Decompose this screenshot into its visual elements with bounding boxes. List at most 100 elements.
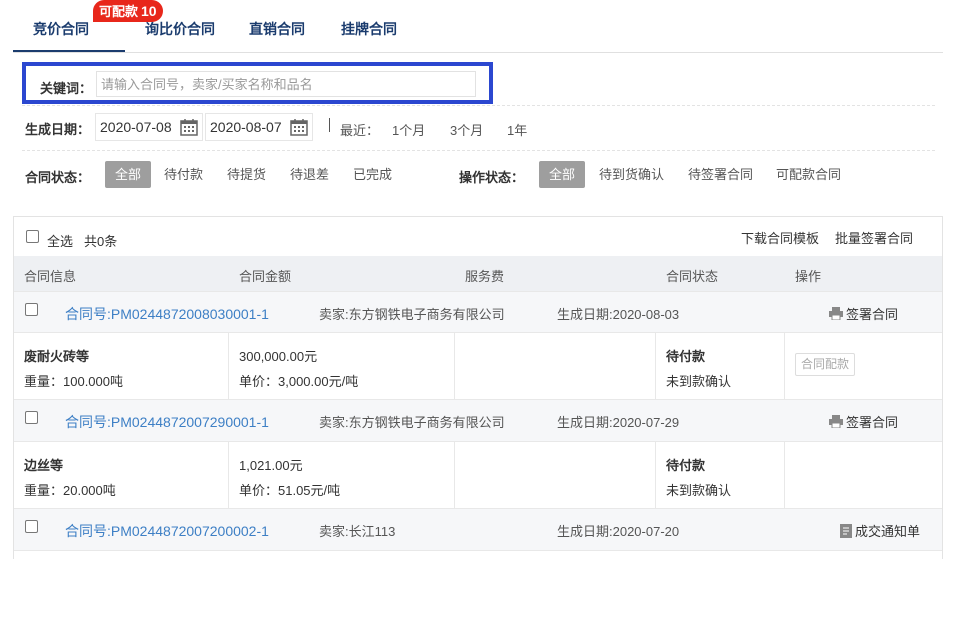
sign-contract-button[interactable]: 签署合同 — [829, 412, 898, 431]
keyword-label: 关键词： — [40, 81, 93, 96]
seller-name: 卖家:东方钢铁电子商务有限公司 — [319, 307, 505, 322]
product-name: 边丝等 — [24, 458, 64, 473]
product-weight: 重量：100.000吨 — [24, 374, 123, 389]
contract-status-pending-payment[interactable]: 待付款 — [154, 161, 213, 188]
sign-contract-label: 签署合同 — [846, 307, 899, 322]
col-contract-info: 合同信息 — [24, 269, 77, 284]
generated-date: 生成日期:2020-08-03 — [557, 307, 680, 322]
product-name: 废耐火砖等 — [24, 349, 90, 364]
list-toolbar: 全选 共0条 下载合同模板 批量签署合同 — [14, 217, 942, 256]
allocate-payment-button[interactable]: 合同配款 — [795, 353, 856, 376]
date-filter: 生成日期： 2020-07-08 2020-08-07 最近： 1个月 3个月 … — [25, 113, 925, 141]
contract-number-link[interactable]: 合同号:PM0244872007200002-1 — [65, 521, 269, 541]
col-contract-amount: 合同金额 — [239, 269, 292, 284]
contract-number-link[interactable]: 合同号:PM0244872007290001-1 — [65, 412, 269, 432]
tab-auction-contract[interactable]: 竞价合同 — [33, 19, 89, 39]
printer-icon — [829, 415, 843, 428]
cell-service-fee — [455, 442, 656, 508]
recent-option-1-month[interactable]: 1个月 — [392, 120, 425, 139]
active-tab-indicator — [13, 50, 125, 52]
operation-status-allocatable[interactable]: 可配款合同 — [766, 161, 851, 188]
download-template-link[interactable]: 下载合同模板 — [741, 228, 819, 247]
recent-label: 最近： — [340, 123, 380, 138]
contract-list-panel: 全选 共0条 下载合同模板 批量签署合同 合同信息 合同金额 服务费 合同状态 … — [13, 216, 943, 559]
seller-name: 卖家:东方钢铁电子商务有限公司 — [319, 415, 505, 430]
product-weight: 重量：20.000吨 — [24, 483, 116, 498]
batch-sign-link[interactable]: 批量签署合同 — [835, 228, 913, 247]
contract-amount: 1,021.00元 — [239, 458, 303, 473]
cell-operation: 合同配款 — [785, 333, 943, 399]
contract-number-link[interactable]: 合同号:PM0244872008030001-1 — [65, 304, 269, 324]
col-contract-status: 合同状态 — [666, 269, 719, 284]
end-date-value: 2020-08-07 — [210, 119, 282, 135]
badge-count: 10 — [141, 3, 157, 19]
contract-type-tabs: 竞价合同 询比价合同 直销合同 挂牌合同 可配款 10 — [13, 0, 943, 53]
divider — [22, 105, 935, 106]
tab-listing-contract[interactable]: 挂牌合同 — [341, 19, 397, 39]
contract-status: 待付款 — [666, 458, 706, 473]
table-row: 合同号:PM0244872007200002-1 卖家:长江113 生成日期:2… — [14, 508, 942, 550]
operation-status-label: 操作状态： — [459, 170, 525, 185]
generated-date: 生成日期:2020-07-20 — [557, 524, 680, 539]
sign-contract-label: 签署合同 — [846, 415, 899, 430]
unit-price: 单价：3,000.00元/吨 — [239, 374, 359, 389]
total-count: 共0条 — [84, 234, 118, 249]
tab-direct-sale-contract[interactable]: 直销合同 — [249, 19, 305, 39]
table-row: 合同号:PM0244872008030001-1 卖家:东方钢铁电子商务有限公司… — [14, 291, 942, 333]
operation-status-pending-arrival[interactable]: 待到货确认 — [589, 161, 674, 188]
row-checkbox[interactable] — [25, 520, 38, 533]
contract-status-label: 合同状态： — [25, 170, 91, 185]
operation-status-all[interactable]: 全部 — [539, 161, 586, 188]
unit-price: 单价：51.05元/吨 — [239, 483, 341, 498]
tab-inquiry-contract[interactable]: 询比价合同 — [145, 19, 215, 39]
cell-operation — [785, 442, 943, 508]
recent-option-1-year[interactable]: 1年 — [507, 120, 527, 139]
select-all-checkbox[interactable] — [26, 230, 39, 243]
row-checkbox[interactable] — [25, 411, 38, 424]
cell-product: 废耐火砖等 重量：100.000吨 — [14, 333, 229, 399]
cell-product: 边丝等 重量：20.000吨 — [14, 442, 229, 508]
calendar-icon[interactable] — [179, 117, 199, 137]
select-all-label: 全选 — [47, 234, 74, 249]
contract-status-all[interactable]: 全部 — [105, 161, 152, 188]
cell-service-fee — [455, 333, 656, 399]
start-date-field[interactable]: 2020-07-08 — [95, 113, 203, 141]
contract-status-completed[interactable]: 已完成 — [343, 161, 402, 188]
row-checkbox[interactable] — [25, 303, 38, 316]
contract-status: 待付款 — [666, 349, 706, 364]
sign-contract-button[interactable]: 签署合同 — [829, 304, 898, 323]
printer-icon — [829, 307, 843, 320]
calendar-icon[interactable] — [289, 117, 309, 137]
col-service-fee: 服务费 — [465, 269, 505, 284]
start-date-value: 2020-07-08 — [100, 119, 172, 135]
separator — [329, 118, 330, 132]
badge-label: 可配款 — [99, 4, 139, 19]
operation-status-pending-sign[interactable]: 待签署合同 — [678, 161, 763, 188]
table-row-detail — [14, 550, 942, 617]
table-header: 合同信息 合同金额 服务费 合同状态 操作 — [14, 256, 942, 292]
cell-status: 待付款 未到款确认 — [656, 442, 785, 508]
contract-status-pending-refund[interactable]: 待退差 — [280, 161, 339, 188]
deal-notice-label: 成交通知单 — [855, 524, 921, 539]
generated-date: 生成日期:2020-07-29 — [557, 415, 680, 430]
table-row: 合同号:PM0244872007290001-1 卖家:东方钢铁电子商务有限公司… — [14, 399, 942, 441]
payment-status: 未到款确认 — [666, 483, 732, 498]
cell-status: 待付款 未到款确认 — [656, 333, 785, 399]
seller-name: 卖家:长江113 — [319, 524, 396, 539]
allocatable-badge: 可配款 10 — [93, 0, 163, 22]
contract-status-pending-pickup[interactable]: 待提货 — [217, 161, 276, 188]
status-filter-row: 合同状态： 全部 待付款 待提货 待退差 已完成 操作状态： 全部 待到货确认 … — [25, 161, 925, 189]
cell-amount: 1,021.00元 单价：51.05元/吨 — [229, 442, 455, 508]
keyword-input[interactable] — [96, 71, 476, 97]
table-row-detail: 废耐火砖等 重量：100.000吨 300,000.00元 单价：3,000.0… — [14, 332, 942, 399]
deal-notice-button[interactable]: 成交通知单 — [840, 521, 920, 540]
cell-amount: 300,000.00元 单价：3,000.00元/吨 — [229, 333, 455, 399]
keyword-search-box: 关键词： — [22, 62, 493, 104]
payment-status: 未到款确认 — [666, 374, 732, 389]
recent-option-3-months[interactable]: 3个月 — [450, 120, 483, 139]
contract-amount: 300,000.00元 — [239, 349, 318, 364]
end-date-field[interactable]: 2020-08-07 — [205, 113, 313, 141]
table-row-detail: 边丝等 重量：20.000吨 1,021.00元 单价：51.05元/吨 待付款… — [14, 441, 942, 508]
divider — [22, 150, 935, 151]
col-operation: 操作 — [795, 269, 822, 284]
